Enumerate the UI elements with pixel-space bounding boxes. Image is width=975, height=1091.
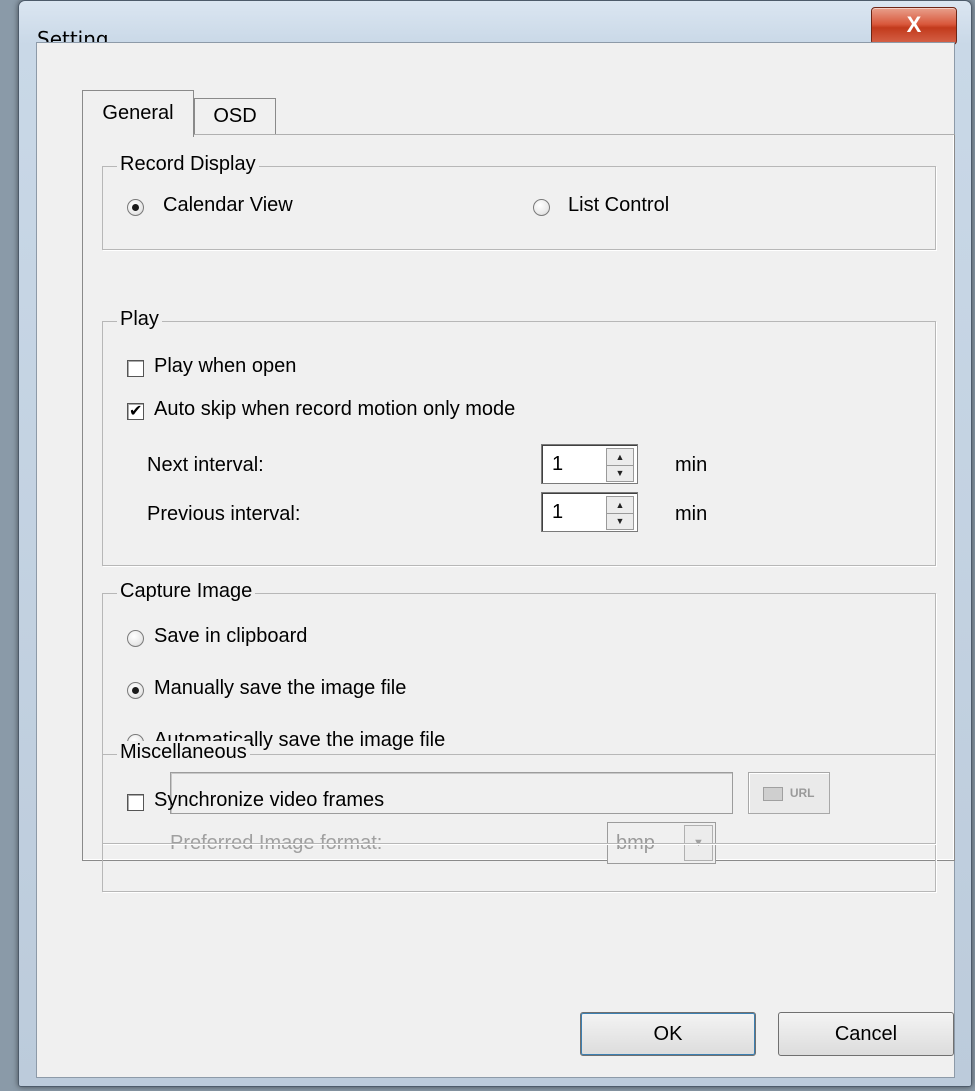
- previous-interval-label: Previous interval:: [147, 503, 301, 525]
- spin-down-icon[interactable]: ▼: [607, 513, 633, 529]
- manually-save-label[interactable]: Manually save the image file: [154, 677, 406, 700]
- play-when-open-label[interactable]: Play when open: [154, 355, 296, 378]
- miscellaneous-title: Miscellaneous: [117, 741, 250, 764]
- spin-down-icon[interactable]: ▼: [607, 465, 633, 481]
- next-interval-value[interactable]: 1: [552, 453, 563, 476]
- auto-skip-label[interactable]: Auto skip when record motion only mode: [154, 398, 515, 421]
- save-in-clipboard-label[interactable]: Save in clipboard: [154, 625, 307, 648]
- calendar-view-radio[interactable]: [127, 199, 144, 216]
- list-control-label[interactable]: List Control: [568, 194, 669, 217]
- close-button[interactable]: X: [871, 7, 957, 45]
- cancel-label: Cancel: [834, 1023, 898, 1045]
- tab-osd-label: OSD: [213, 105, 257, 127]
- next-interval-spinner[interactable]: 1 ▲ ▼: [541, 444, 638, 484]
- previous-interval-unit: min: [675, 503, 708, 525]
- sync-frames-label[interactable]: Synchronize video frames: [154, 789, 384, 812]
- close-icon: X: [906, 12, 922, 37]
- cancel-button[interactable]: Cancel: [778, 1012, 954, 1056]
- spin-up-icon[interactable]: ▲: [607, 497, 633, 514]
- sync-frames-checkbox[interactable]: [127, 794, 144, 811]
- general-tab-panel: Record Display Calendar View List Contro…: [82, 134, 955, 892]
- setting-dialog: Setting X General OSD Record Display Cal…: [18, 0, 972, 1087]
- miscellaneous-group: Miscellaneous Synchronize video frames: [102, 741, 936, 844]
- tab-osd[interactable]: OSD: [194, 98, 276, 135]
- next-interval-spin-buttons: ▲ ▼: [606, 448, 634, 482]
- ok-label: OK: [653, 1023, 683, 1045]
- play-when-open-checkbox[interactable]: [127, 360, 144, 377]
- play-group: Play Play when open Auto skip when recor…: [102, 308, 936, 566]
- previous-interval-spin-buttons: ▲ ▼: [606, 496, 634, 530]
- record-display-group: Record Display Calendar View List Contro…: [102, 153, 936, 250]
- dialog-client-area: General OSD Record Display Calendar View…: [36, 42, 955, 1078]
- tab-general-label: General: [102, 102, 174, 124]
- capture-image-title: Capture Image: [117, 580, 256, 603]
- list-control-radio[interactable]: [533, 199, 550, 216]
- play-title: Play: [117, 308, 162, 331]
- auto-skip-checkbox[interactable]: [127, 401, 144, 420]
- record-display-title: Record Display: [117, 153, 259, 176]
- next-interval-label: Next interval:: [147, 454, 264, 476]
- calendar-view-label[interactable]: Calendar View: [163, 194, 293, 217]
- previous-interval-spinner[interactable]: 1 ▲ ▼: [541, 492, 638, 532]
- tab-general[interactable]: General: [82, 90, 194, 137]
- ok-button[interactable]: OK: [580, 1012, 756, 1056]
- save-in-clipboard-radio[interactable]: [127, 630, 144, 647]
- previous-interval-value[interactable]: 1: [552, 501, 563, 524]
- spin-up-icon[interactable]: ▲: [607, 449, 633, 466]
- manually-save-radio[interactable]: [127, 682, 144, 699]
- next-interval-unit: min: [675, 454, 708, 476]
